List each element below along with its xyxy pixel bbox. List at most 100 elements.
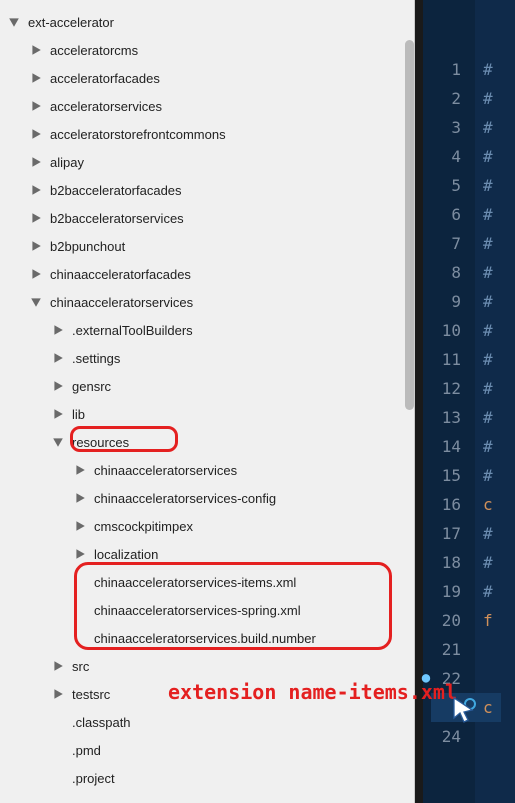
tree-folder[interactable]: chinaacceleratorservices [0,288,414,316]
twisty-closed-icon [30,128,42,140]
editor-line: # [483,200,493,229]
tree-label: acceleratorfacades [48,71,160,86]
tree-label: alipay [48,155,84,170]
tree-folder[interactable]: acceleratorstorefrontcommons [0,120,414,148]
tree-label: chinaacceleratorservices.build.number [92,631,316,646]
scrollbar-vertical[interactable] [405,40,414,410]
tree-folder[interactable]: b2bacceleratorservices [0,204,414,232]
editor-line: # [483,171,493,200]
tree-file[interactable]: chinaacceleratorservices.build.number [0,624,414,652]
tree-folder[interactable]: lib [0,400,414,428]
line-number: 21 [423,635,461,664]
editor-line: # [483,84,493,113]
tree-folder[interactable]: testsrc [0,680,414,708]
line-number: 17 [423,519,461,548]
twisty-closed-icon [52,408,64,420]
tree-label: chinaacceleratorservices-items.xml [92,575,296,590]
twisty-open-icon [52,436,64,448]
editor-content[interactable]: ###############c###f c [475,0,493,803]
line-number: 4 [423,142,461,171]
line-number: 2 [423,84,461,113]
line-number: 3 [423,113,461,142]
twisty-closed-icon [74,548,86,560]
tree-folder-root[interactable]: ext-accelerator [0,8,414,36]
line-number: 8 [423,258,461,287]
tree-folder[interactable]: alipay [0,148,414,176]
line-number: 12 [423,374,461,403]
editor-line: # [483,432,493,461]
tree-label: .project [70,771,115,786]
line-number: 9 [423,287,461,316]
line-number: 16 [423,490,461,519]
editor-line: # [483,287,493,316]
twisty-closed-icon [52,324,64,336]
tree-file[interactable]: .classpath [0,708,414,736]
line-number: 14 [423,432,461,461]
tree-label: chinaacceleratorservices-spring.xml [92,603,301,618]
line-number: 7 [423,229,461,258]
tree-folder[interactable]: resources [0,428,414,456]
editor-panel: 123456789101112131415161718192021●222324… [415,0,515,803]
twisty-closed-icon [52,352,64,364]
editor-line: # [483,345,493,374]
tree-folder[interactable]: .externalToolBuilders [0,316,414,344]
tree-folder[interactable]: chinaacceleratorfacades [0,260,414,288]
editor-line: # [483,113,493,142]
line-number: 10 [423,316,461,345]
twisty-closed-icon [52,660,64,672]
tree-label: acceleratorcms [48,43,138,58]
twisty-closed-icon [52,688,64,700]
editor-line: # [483,548,493,577]
tree-label: resources [70,435,129,450]
tree-folder[interactable]: .settings [0,344,414,372]
tree-file[interactable]: chinaacceleratorservices-items.xml [0,568,414,596]
editor-line: # [483,229,493,258]
editor-line [483,664,493,693]
tree-label: testsrc [70,687,110,702]
tree-file[interactable]: chinaacceleratorservices-spring.xml [0,596,414,624]
twisty-closed-icon [52,380,64,392]
tree-label: b2bacceleratorservices [48,211,184,226]
editor-line: # [483,142,493,171]
tree-folder[interactable]: chinaacceleratorservices [0,456,414,484]
tree-folder[interactable]: b2bacceleratorfacades [0,176,414,204]
tree-label: .classpath [70,715,131,730]
editor-gutter: 123456789101112131415161718192021●222324 [423,0,475,803]
editor-line [483,635,493,664]
tree-label: lib [70,407,85,422]
tree-folder[interactable]: chinaacceleratorservices-config [0,484,414,512]
tree-folder[interactable]: localization [0,540,414,568]
editor-line: # [483,374,493,403]
twisty-closed-icon [30,184,42,196]
tree-folder[interactable]: acceleratorservices [0,92,414,120]
tree-label: src [70,659,89,674]
tree-file[interactable]: .pmd [0,736,414,764]
twisty-closed-icon [30,100,42,112]
tree-folder[interactable]: src [0,652,414,680]
tree-file[interactable]: .project [0,764,414,792]
tree-label: chinaacceleratorservices [92,463,237,478]
tree-label: b2bpunchout [48,239,125,254]
tree-folder[interactable]: cmscockpitimpex [0,512,414,540]
tree-label: .pmd [70,743,101,758]
twisty-open-icon [30,296,42,308]
tree-folder[interactable]: acceleratorcms [0,36,414,64]
tree-label: chinaacceleratorservices-config [92,491,276,506]
line-number: 24 [423,722,461,751]
editor-line: c [431,693,501,722]
line-number: ●22 [423,664,461,693]
editor-line: c [483,490,493,519]
line-number: 6 [423,200,461,229]
line-number: 11 [423,345,461,374]
tree-folder[interactable]: gensrc [0,372,414,400]
project-tree-panel: ext-accelerator acceleratorcms accelerato… [0,0,415,803]
tree-label: chinaacceleratorfacades [48,267,191,282]
editor-line: # [483,316,493,345]
tree-label: .settings [70,351,120,366]
tree-label: acceleratorservices [48,99,162,114]
tree-folder[interactable]: b2bpunchout [0,232,414,260]
tree-label: cmscockpitimpex [92,519,193,534]
twisty-closed-icon [30,212,42,224]
line-number: 1 [423,55,461,84]
tree-folder[interactable]: acceleratorfacades [0,64,414,92]
